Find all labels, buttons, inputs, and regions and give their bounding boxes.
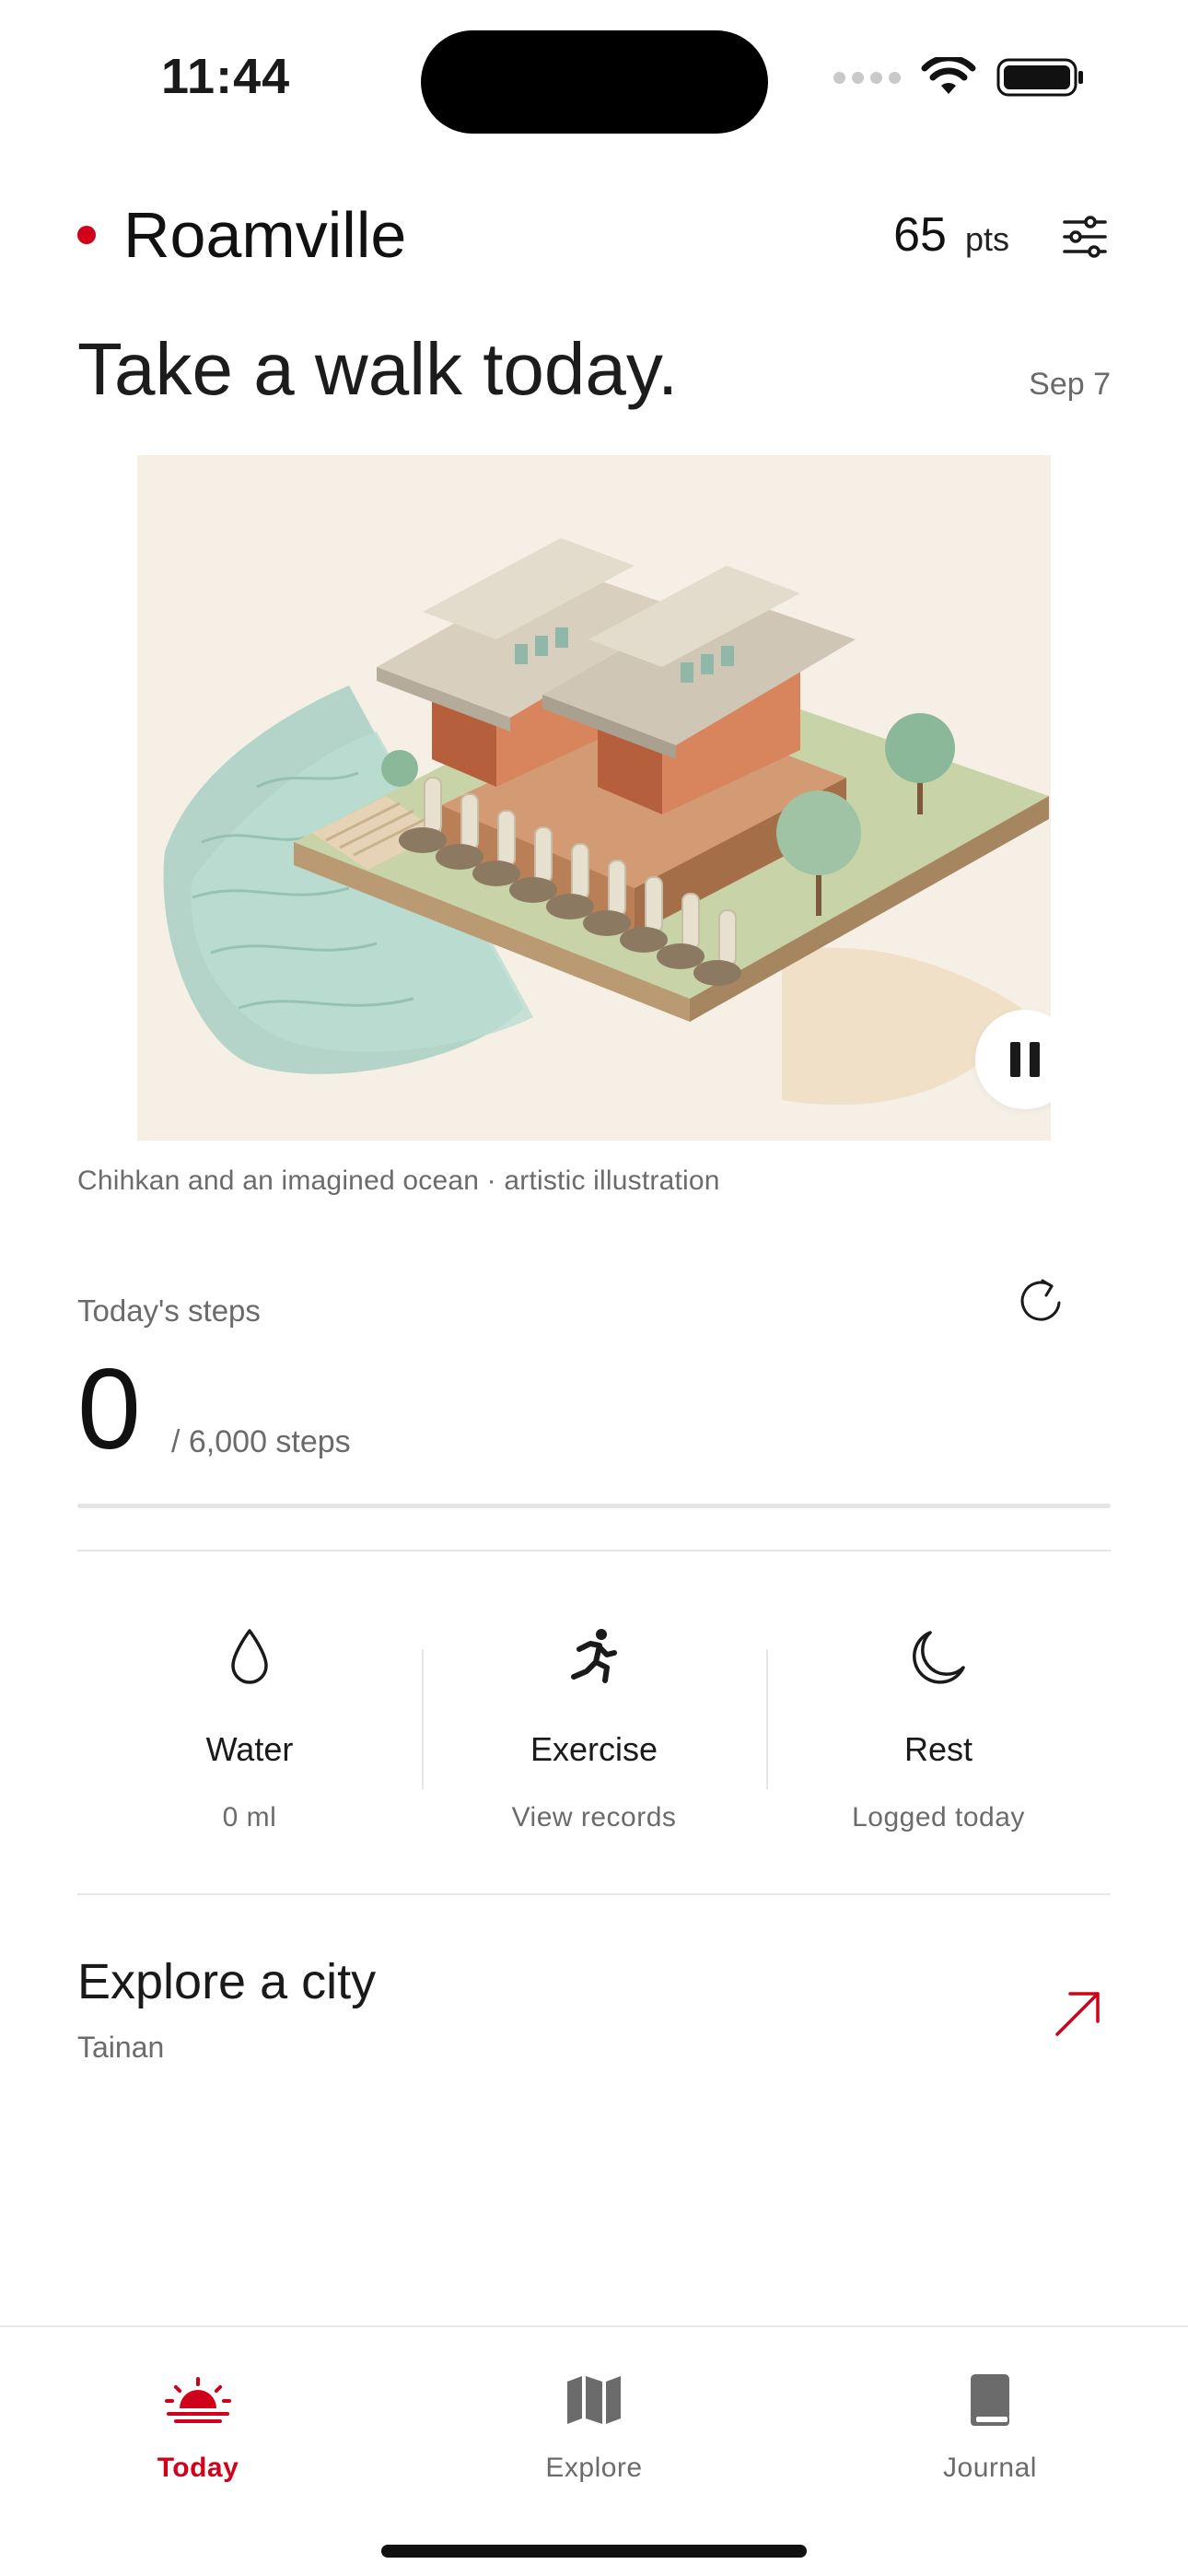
stat-title: Exercise xyxy=(530,1730,658,1768)
stats-row: Water 0 ml Exercise View records Rest Lo… xyxy=(77,1622,1111,1833)
app-name: Roamville xyxy=(123,199,407,271)
divider xyxy=(77,1893,1111,1895)
stat-subtitle: View records xyxy=(511,1802,677,1832)
home-indicator xyxy=(381,2545,807,2558)
stat-subtitle: 0 ml xyxy=(222,1802,277,1832)
status-icons xyxy=(833,57,1085,98)
brand-dot xyxy=(77,226,96,244)
explore-city-name: Tainan xyxy=(77,2031,165,2064)
points-value: 65 xyxy=(893,208,947,262)
sunrise-icon xyxy=(165,2377,231,2423)
hero-illustration xyxy=(137,455,1051,1141)
temple-illustration xyxy=(163,538,1049,1106)
stat-subtitle: Logged today xyxy=(852,1802,1025,1832)
wifi-icon xyxy=(921,57,976,94)
steps-goal: / 6,000 steps xyxy=(171,1424,351,1459)
tab-explore[interactable]: Explore xyxy=(474,2368,714,2484)
stat-rest[interactable]: Rest Logged today xyxy=(766,1622,1111,1833)
stat-water[interactable]: Water 0 ml xyxy=(77,1622,422,1833)
steps-count: 0 xyxy=(77,1346,141,1473)
moon-icon xyxy=(913,1631,965,1684)
book-icon xyxy=(971,2374,1009,2426)
refresh-button[interactable] xyxy=(1015,1275,1066,1327)
map-icon xyxy=(567,2376,621,2424)
explore-city-card[interactable]: Explore a city Tainan xyxy=(77,1953,1111,2082)
stat-exercise[interactable]: Exercise View records xyxy=(422,1622,766,1833)
status-bar: 11:44 xyxy=(0,0,1188,157)
explore-title: Explore a city xyxy=(77,1954,377,2009)
greeting-title: Take a walk today. xyxy=(77,328,679,410)
stat-title: Rest xyxy=(903,1730,973,1768)
tab-journal[interactable]: Journal xyxy=(870,2368,1110,2484)
tab-bar: Today Explore Journal xyxy=(0,2325,1188,2576)
arrow-up-right-icon xyxy=(1055,1992,1100,2036)
battery-icon xyxy=(996,58,1083,97)
dynamic-island xyxy=(421,30,768,134)
hero-caption: Chihkan and an imagined ocean · artistic… xyxy=(77,1165,720,1196)
tab-today[interactable]: Today xyxy=(78,2368,318,2484)
running-icon xyxy=(571,1629,617,1683)
status-time: 11:44 xyxy=(161,49,291,104)
tab-label: Journal xyxy=(943,2453,1037,2483)
tab-label: Today xyxy=(157,2453,239,2483)
sliders-icon xyxy=(1063,216,1107,258)
app-header: Roamville 65 pts xyxy=(77,198,1111,272)
points-display: 65 pts xyxy=(893,207,1009,263)
cellular-signal-icon xyxy=(833,71,901,84)
points-unit: pts xyxy=(964,220,1009,258)
settings-button[interactable] xyxy=(1059,211,1111,263)
stat-title: Water xyxy=(205,1730,294,1768)
water-drop-icon xyxy=(231,1629,268,1684)
tab-label: Explore xyxy=(545,2453,643,2483)
date-label: Sep 7 xyxy=(1029,367,1111,402)
pause-icon xyxy=(1010,1042,1020,1077)
refresh-icon xyxy=(1020,1279,1061,1321)
divider xyxy=(77,1550,1111,1551)
brand: Roamville xyxy=(77,198,406,272)
steps-progress-bar xyxy=(77,1504,1111,1508)
steps-label: Today's steps xyxy=(77,1294,261,1328)
